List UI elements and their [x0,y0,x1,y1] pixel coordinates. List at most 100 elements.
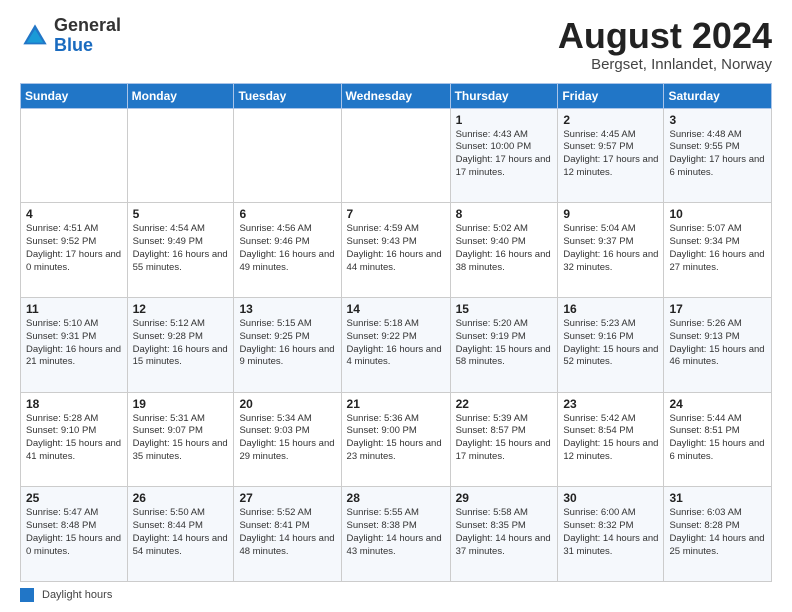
calendar-cell: 11 Sunrise: 5:10 AM Sunset: 9:31 PM Dayli… [21,297,128,392]
day-number: 9 [563,207,658,221]
day-number: 28 [347,491,445,505]
calendar-cell: 22 Sunrise: 5:39 AM Sunset: 8:57 PM Dayli… [450,392,558,487]
calendar-cell: 24 Sunrise: 5:44 AM Sunset: 8:51 PM Dayli… [664,392,772,487]
footer-color-box [20,588,34,602]
calendar-cell: 15 Sunrise: 5:20 AM Sunset: 9:19 PM Dayli… [450,297,558,392]
calendar-cell: 31Sunrise: 6:03 AM Sunset: 8:28 PM Dayli… [664,487,772,582]
day-number: 7 [347,207,445,221]
day-info: Sunrise: 5:20 AM Sunset: 9:19 PM Dayligh… [456,318,553,369]
header: General Blue August 2024 Bergset, Innlan… [20,16,772,73]
day-info: Sunrise: 5:39 AM Sunset: 8:57 PM Dayligh… [456,413,553,464]
week-row-2: 11 Sunrise: 5:10 AM Sunset: 9:31 PM Dayli… [21,297,772,392]
day-header-wednesday: Wednesday [341,83,450,108]
day-info: Sunrise: 4:51 AM Sunset: 9:52 PM Dayligh… [26,223,122,274]
day-info: Sunrise: 4:48 AM Sunset: 9:55 PM Dayligh… [669,129,766,180]
day-number: 11 [26,302,122,316]
calendar-cell [127,108,234,203]
day-number: 21 [347,397,445,411]
calendar-cell: 12 Sunrise: 5:12 AM Sunset: 9:28 PM Dayli… [127,297,234,392]
calendar-cell: 7Sunrise: 4:59 AM Sunset: 9:43 PM Daylig… [341,203,450,298]
day-header-tuesday: Tuesday [234,83,341,108]
calendar-cell: 13 Sunrise: 5:15 AM Sunset: 9:25 PM Dayli… [234,297,341,392]
day-number: 16 [563,302,658,316]
day-info: Sunrise: 6:00 AM Sunset: 8:32 PM Dayligh… [563,507,658,558]
calendar-cell: 16 Sunrise: 5:23 AM Sunset: 9:16 PM Dayli… [558,297,664,392]
calendar-cell: 28 Sunrise: 5:55 AM Sunset: 8:38 PM Dayli… [341,487,450,582]
calendar-cell: 19 Sunrise: 5:31 AM Sunset: 9:07 PM Dayli… [127,392,234,487]
day-number: 6 [239,207,335,221]
day-header-thursday: Thursday [450,83,558,108]
day-info: Sunrise: 4:43 AM Sunset: 10:00 PM Daylig… [456,129,553,180]
day-number: 10 [669,207,766,221]
day-info: Sunrise: 5:50 AM Sunset: 8:44 PM Dayligh… [133,507,229,558]
day-number: 2 [563,113,658,127]
day-info: Sunrise: 5:52 AM Sunset: 8:41 PM Dayligh… [239,507,335,558]
day-info: Sunrise: 5:47 AM Sunset: 8:48 PM Dayligh… [26,507,122,558]
day-number: 22 [456,397,553,411]
day-number: 31 [669,491,766,505]
calendar-cell [21,108,128,203]
title-block: August 2024 Bergset, Innlandet, Norway [558,16,772,73]
day-number: 30 [563,491,658,505]
logo-general: General [54,15,121,35]
calendar-cell: 18 Sunrise: 5:28 AM Sunset: 9:10 PM Dayli… [21,392,128,487]
day-number: 20 [239,397,335,411]
calendar-cell: 5Sunrise: 4:54 AM Sunset: 9:49 PM Daylig… [127,203,234,298]
calendar-table: SundayMondayTuesdayWednesdayThursdayFrid… [20,83,772,582]
day-info: Sunrise: 5:58 AM Sunset: 8:35 PM Dayligh… [456,507,553,558]
calendar-cell: 4Sunrise: 4:51 AM Sunset: 9:52 PM Daylig… [21,203,128,298]
calendar-cell: 27 Sunrise: 5:52 AM Sunset: 8:41 PM Dayli… [234,487,341,582]
footer: Daylight hours [20,588,772,602]
day-header-saturday: Saturday [664,83,772,108]
calendar-cell: 30 Sunrise: 6:00 AM Sunset: 8:32 PM Dayli… [558,487,664,582]
day-info: Sunrise: 5:55 AM Sunset: 8:38 PM Dayligh… [347,507,445,558]
week-row-0: 1Sunrise: 4:43 AM Sunset: 10:00 PM Dayli… [21,108,772,203]
day-number: 13 [239,302,335,316]
day-number: 14 [347,302,445,316]
day-info: Sunrise: 5:28 AM Sunset: 9:10 PM Dayligh… [26,413,122,464]
calendar-cell: 20Sunrise: 5:34 AM Sunset: 9:03 PM Dayli… [234,392,341,487]
month-year: August 2024 [558,16,772,56]
page: General Blue August 2024 Bergset, Innlan… [0,0,792,612]
calendar-cell [234,108,341,203]
day-info: Sunrise: 5:44 AM Sunset: 8:51 PM Dayligh… [669,413,766,464]
calendar-cell: 10 Sunrise: 5:07 AM Sunset: 9:34 PM Dayli… [664,203,772,298]
logo-blue: Blue [54,35,93,55]
day-number: 26 [133,491,229,505]
calendar-cell: 3Sunrise: 4:48 AM Sunset: 9:55 PM Daylig… [664,108,772,203]
day-info: Sunrise: 5:23 AM Sunset: 9:16 PM Dayligh… [563,318,658,369]
day-number: 12 [133,302,229,316]
calendar-cell: 23Sunrise: 5:42 AM Sunset: 8:54 PM Dayli… [558,392,664,487]
day-info: Sunrise: 5:10 AM Sunset: 9:31 PM Dayligh… [26,318,122,369]
day-info: Sunrise: 5:12 AM Sunset: 9:28 PM Dayligh… [133,318,229,369]
day-number: 25 [26,491,122,505]
calendar-cell: 21 Sunrise: 5:36 AM Sunset: 9:00 PM Dayli… [341,392,450,487]
day-header-friday: Friday [558,83,664,108]
day-info: Sunrise: 5:26 AM Sunset: 9:13 PM Dayligh… [669,318,766,369]
day-number: 17 [669,302,766,316]
day-info: Sunrise: 5:07 AM Sunset: 9:34 PM Dayligh… [669,223,766,274]
day-number: 19 [133,397,229,411]
calendar-cell: 17 Sunrise: 5:26 AM Sunset: 9:13 PM Dayli… [664,297,772,392]
calendar-cell: 2Sunrise: 4:45 AM Sunset: 9:57 PM Daylig… [558,108,664,203]
day-info: Sunrise: 5:36 AM Sunset: 9:00 PM Dayligh… [347,413,445,464]
calendar-cell: 26 Sunrise: 5:50 AM Sunset: 8:44 PM Dayli… [127,487,234,582]
day-number: 27 [239,491,335,505]
day-info: Sunrise: 4:56 AM Sunset: 9:46 PM Dayligh… [239,223,335,274]
day-number: 24 [669,397,766,411]
calendar-cell: 6 Sunrise: 4:56 AM Sunset: 9:46 PM Daylig… [234,203,341,298]
day-info: Sunrise: 4:54 AM Sunset: 9:49 PM Dayligh… [133,223,229,274]
location: Bergset, Innlandet, Norway [558,56,772,73]
day-info: Sunrise: 5:04 AM Sunset: 9:37 PM Dayligh… [563,223,658,274]
calendar-cell: 14Sunrise: 5:18 AM Sunset: 9:22 PM Dayli… [341,297,450,392]
footer-label: Daylight hours [42,589,112,601]
logo: General Blue [20,16,121,56]
day-info: Sunrise: 5:31 AM Sunset: 9:07 PM Dayligh… [133,413,229,464]
day-info: Sunrise: 5:15 AM Sunset: 9:25 PM Dayligh… [239,318,335,369]
days-header-row: SundayMondayTuesdayWednesdayThursdayFrid… [21,83,772,108]
calendar-cell: 9 Sunrise: 5:04 AM Sunset: 9:37 PM Daylig… [558,203,664,298]
day-number: 18 [26,397,122,411]
week-row-1: 4Sunrise: 4:51 AM Sunset: 9:52 PM Daylig… [21,203,772,298]
week-row-4: 25 Sunrise: 5:47 AM Sunset: 8:48 PM Dayli… [21,487,772,582]
day-number: 15 [456,302,553,316]
